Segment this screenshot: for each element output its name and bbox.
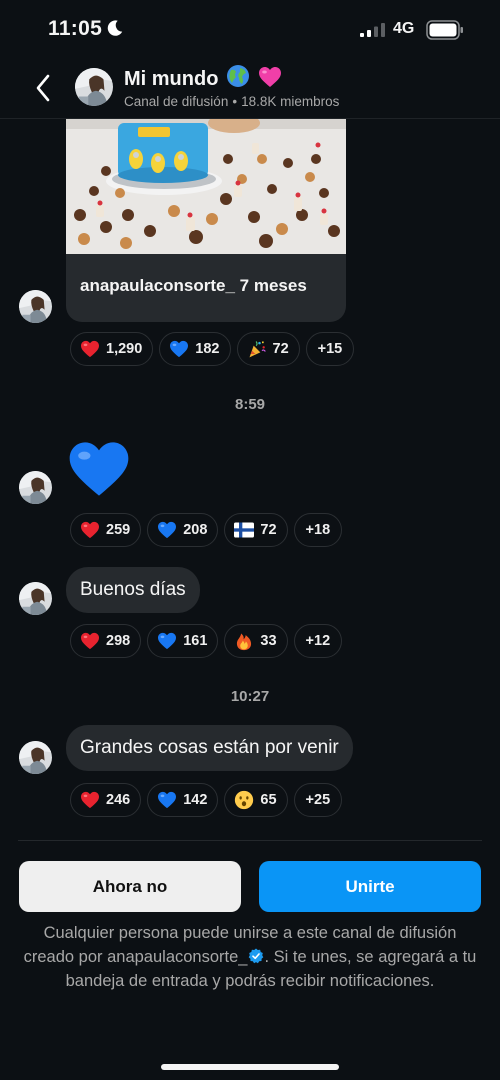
- reaction-more-count: +12: [305, 633, 331, 649]
- shared-post-card[interactable]: anapaulaconsorte_ 7 meses: [66, 119, 346, 322]
- fire-icon: [234, 631, 254, 651]
- battery-icon: [426, 20, 463, 40]
- reaction-red-heart[interactable]: 246: [70, 783, 142, 817]
- party-popper-icon: [247, 339, 267, 359]
- channel-header: Mi mundo Canal de difusión • 18.8K miembro…: [0, 58, 500, 118]
- message-bubble[interactable]: Grandes cosas están por venir: [66, 725, 353, 771]
- join-button[interactable]: Unirte: [259, 861, 481, 912]
- reaction-count: 65: [260, 792, 277, 808]
- reaction-more[interactable]: +15: [305, 332, 355, 366]
- channel-type: Canal de difusión: [124, 94, 229, 109]
- sender-avatar[interactable]: [19, 471, 52, 504]
- reaction-more[interactable]: +18: [293, 513, 343, 547]
- reaction-red-heart[interactable]: 298: [70, 624, 142, 658]
- reaction-count: 33: [260, 633, 277, 649]
- cellular-signal-icon: [360, 23, 385, 37]
- reaction-more[interactable]: +25: [293, 783, 343, 817]
- blue-heart-icon: [157, 790, 177, 810]
- reaction-count: 246: [106, 792, 131, 808]
- message-bubble[interactable]: Buenos días: [66, 567, 200, 613]
- not-now-button[interactable]: Ahora no: [19, 861, 241, 912]
- sender-avatar[interactable]: [19, 741, 52, 774]
- footer-divider: [18, 840, 482, 841]
- reaction-blue-heart[interactable]: 161: [147, 624, 219, 658]
- reaction-more-count: +25: [305, 792, 331, 808]
- reaction-fire[interactable]: 33: [224, 624, 288, 658]
- reaction-surprised-face[interactable]: 65: [224, 783, 288, 817]
- reaction-red-heart[interactable]: 1,290: [70, 332, 154, 366]
- status-time: 11:05: [48, 17, 103, 40]
- reaction-count: 72: [272, 341, 289, 357]
- reaction-party-popper[interactable]: 72: [236, 332, 300, 366]
- post-caption: anapaulaconsorte_ 7 meses: [80, 276, 307, 295]
- heart-reactions: 259 208 72 +18: [70, 513, 343, 547]
- verified-badge-icon: [249, 948, 264, 964]
- channel-avatar[interactable]: [75, 68, 113, 106]
- red-heart-icon: [80, 520, 100, 540]
- reaction-more[interactable]: +12: [293, 624, 343, 658]
- grandes-cosas-reactions: 246 142 65 +25: [70, 783, 343, 817]
- separator-dot: •: [232, 94, 238, 109]
- reaction-count: 298: [106, 633, 131, 649]
- home-indicator[interactable]: [161, 1064, 339, 1070]
- reaction-finland-flag[interactable]: 72: [224, 513, 288, 547]
- red-heart-icon: [80, 631, 100, 651]
- sender-avatar[interactable]: [19, 582, 52, 615]
- status-bar: 11:05 4G: [0, 0, 500, 58]
- sender-avatar[interactable]: [19, 290, 52, 323]
- timestamp: 8:59: [234, 396, 266, 413]
- channel-title[interactable]: Mi mundo: [124, 64, 282, 91]
- blue-heart-icon: [169, 339, 189, 359]
- timestamp: 10:27: [230, 688, 270, 705]
- post-image: [66, 119, 346, 254]
- member-count: 18.8K miembros: [241, 94, 340, 109]
- reaction-count: 1,290: [106, 341, 143, 357]
- reaction-count: 161: [183, 633, 208, 649]
- red-heart-icon: [80, 790, 100, 810]
- post-reactions: 1,290 182 72 +15: [70, 332, 355, 366]
- reaction-blue-heart[interactable]: 182: [159, 332, 231, 366]
- reaction-blue-heart[interactable]: 142: [147, 783, 219, 817]
- back-button[interactable]: [28, 70, 58, 106]
- network-type: 4G: [393, 20, 415, 37]
- reaction-count: 72: [260, 522, 277, 538]
- blue-heart-icon[interactable]: [67, 438, 131, 500]
- reaction-count: 142: [183, 792, 208, 808]
- buenos-dias-reactions: 298 161 33 +12: [70, 624, 343, 658]
- reaction-count: 259: [106, 522, 131, 538]
- surprised-face-icon: [234, 790, 254, 810]
- reaction-more-count: +15: [317, 341, 343, 357]
- finland-flag-icon: [234, 520, 254, 540]
- reaction-red-heart[interactable]: 259: [70, 513, 142, 547]
- reaction-more-count: +18: [305, 522, 331, 538]
- blue-heart-icon: [157, 520, 177, 540]
- globe-icon: [227, 65, 249, 87]
- reaction-count: 208: [183, 522, 208, 538]
- blue-heart-icon: [157, 631, 177, 651]
- join-disclaimer: Cualquier persona puede unirse a este ca…: [22, 921, 478, 993]
- channel-name: Mi mundo: [124, 68, 219, 90]
- chevron-left-icon: [36, 74, 50, 102]
- pink-heart-icon: [258, 67, 281, 87]
- reaction-count: 182: [195, 341, 220, 357]
- channel-subtitle: Canal de difusión • 18.8K miembros: [124, 94, 339, 109]
- moon-icon: [107, 20, 123, 36]
- reaction-blue-heart[interactable]: 208: [147, 513, 219, 547]
- red-heart-icon: [80, 339, 100, 359]
